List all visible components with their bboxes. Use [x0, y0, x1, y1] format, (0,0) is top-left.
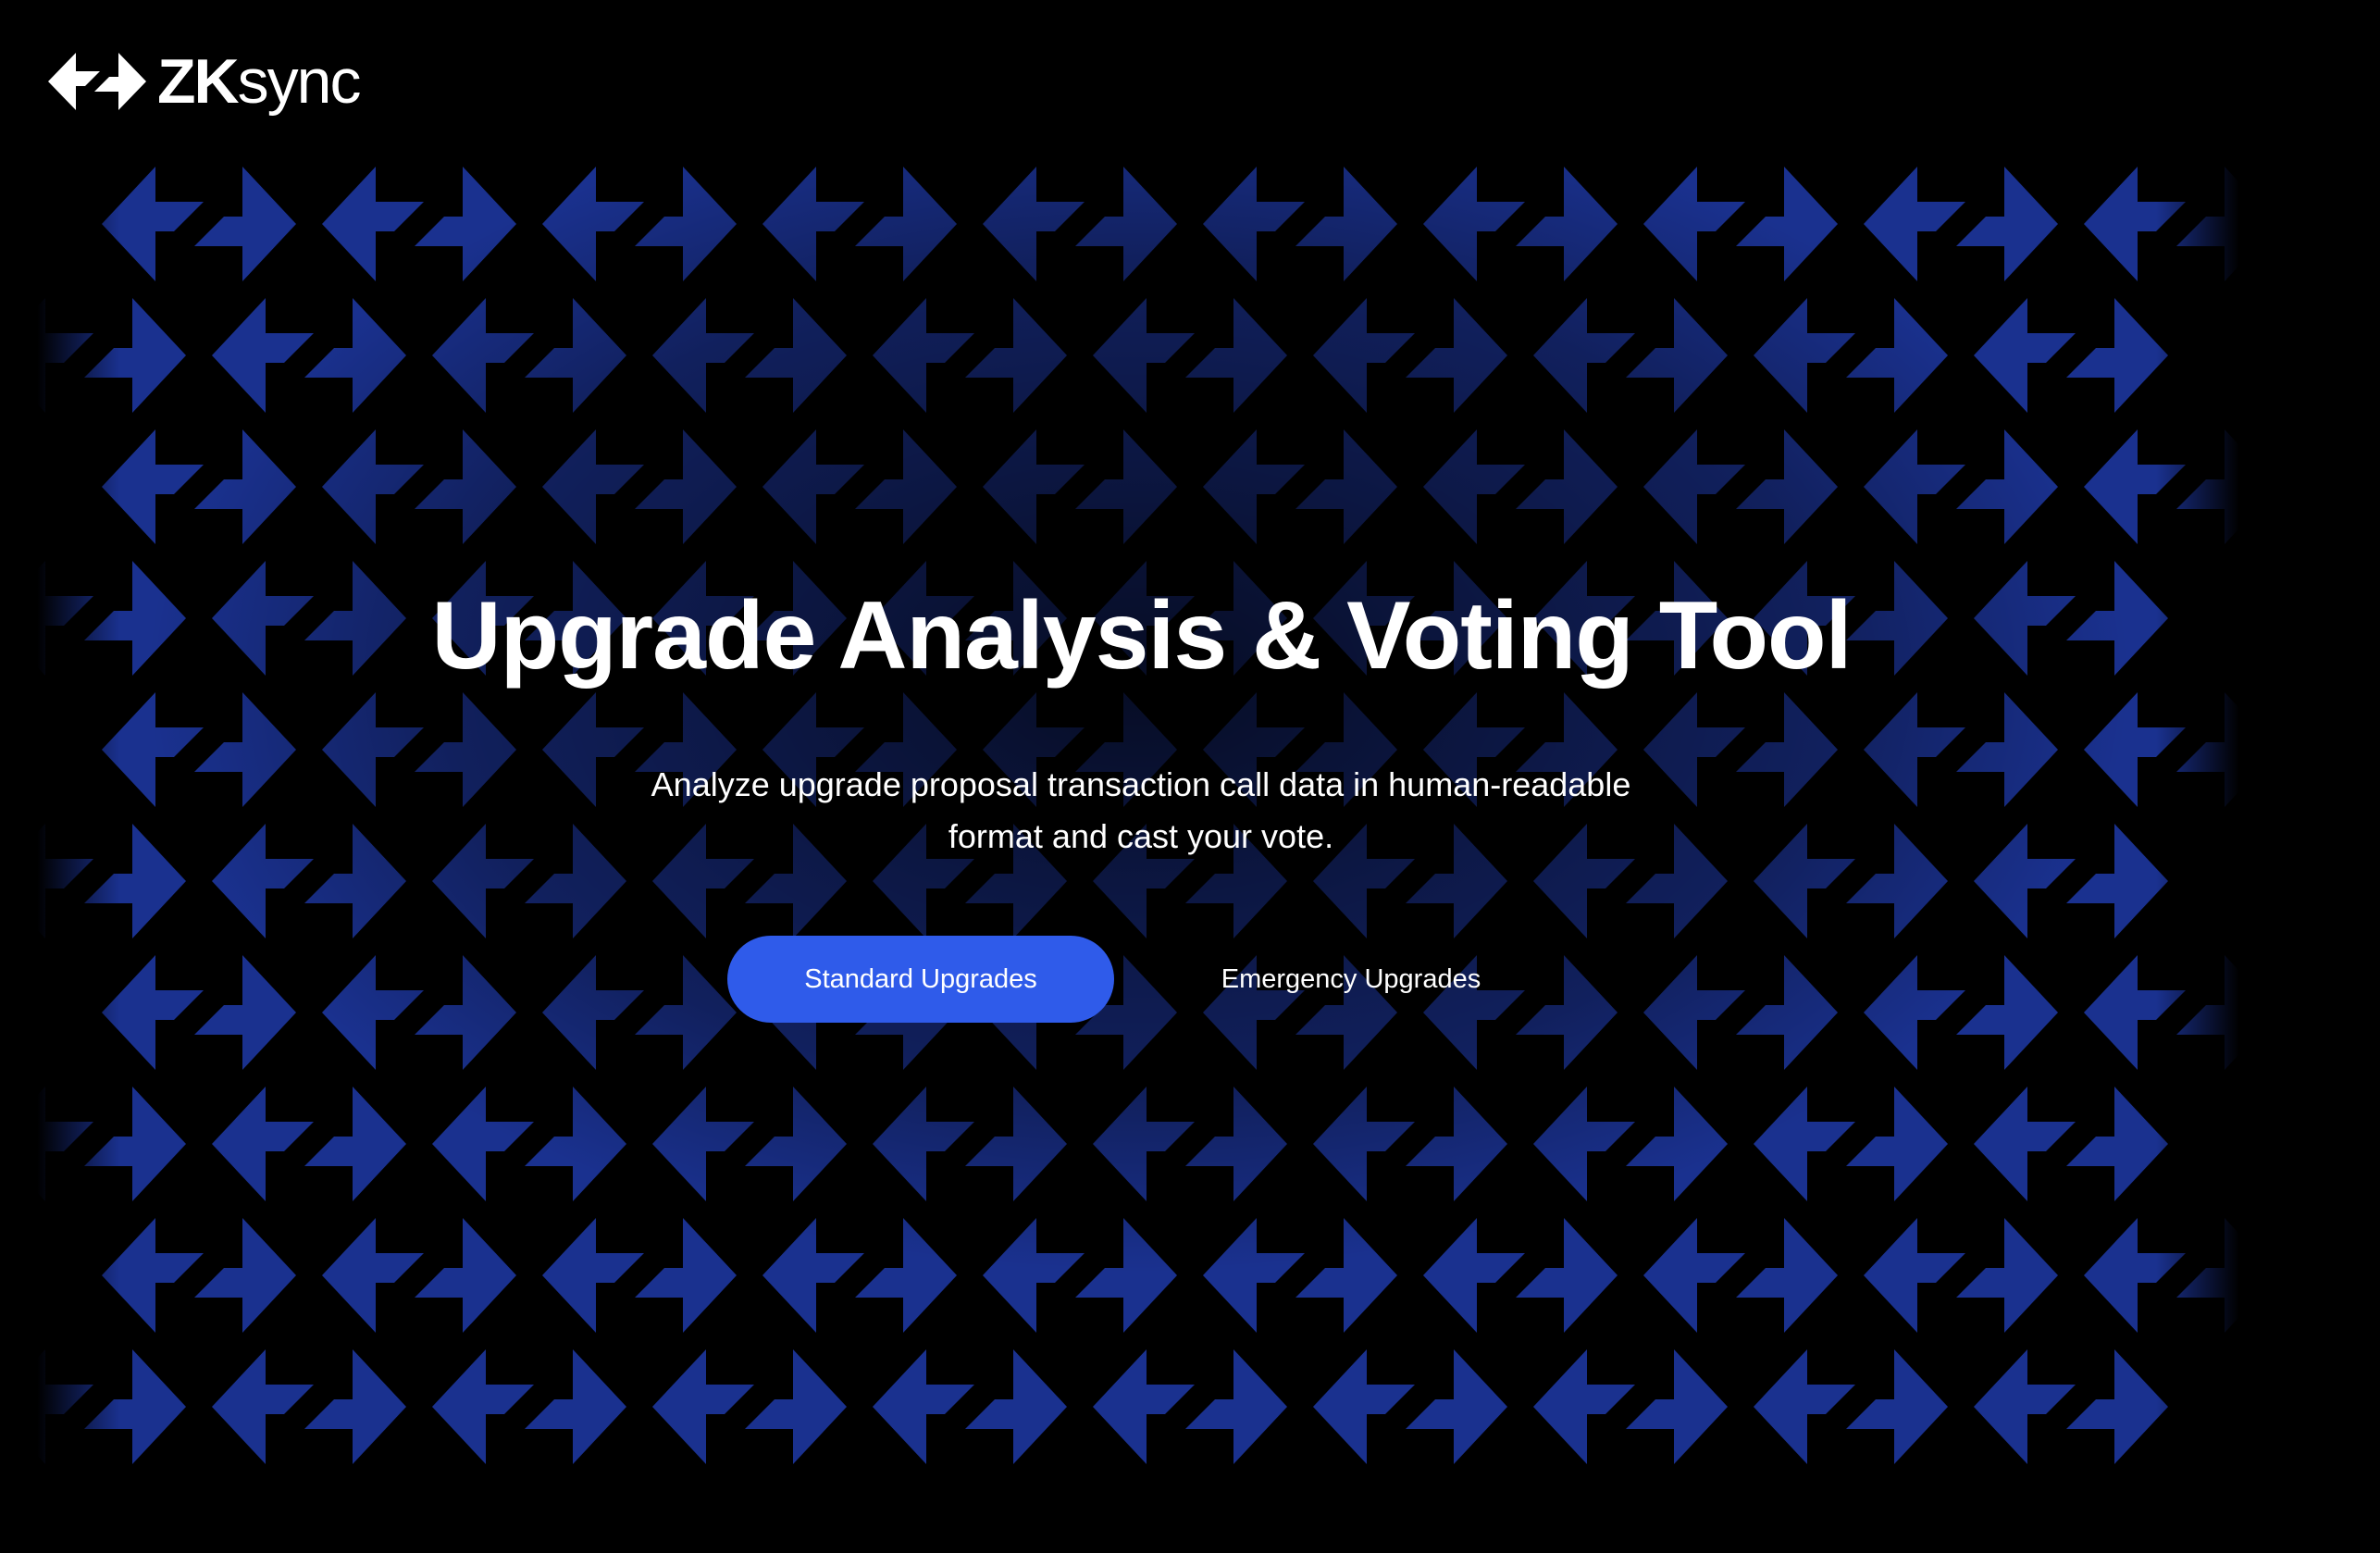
page-subtitle: Analyze upgrade proposal transaction cal… [586, 759, 1696, 863]
action-buttons: Standard Upgrades Emergency Upgrades [0, 936, 2283, 1023]
page-title: Upgrade Analysis & Voting Tool [431, 582, 1853, 690]
emergency-upgrades-button[interactable]: Emergency Upgrades [1157, 936, 1545, 1023]
subtitle-line-1: Analyze upgrade proposal transaction cal… [651, 765, 1631, 803]
hero-section: Upgrade Analysis & Voting Tool Analyze u… [0, 0, 2283, 1553]
standard-upgrades-button[interactable]: Standard Upgrades [727, 936, 1114, 1023]
subtitle-line-2: format and cast your vote. [948, 817, 1334, 855]
landing-page: ZK sync Upgrade Analysis & Voting Tool An… [0, 0, 2380, 1553]
